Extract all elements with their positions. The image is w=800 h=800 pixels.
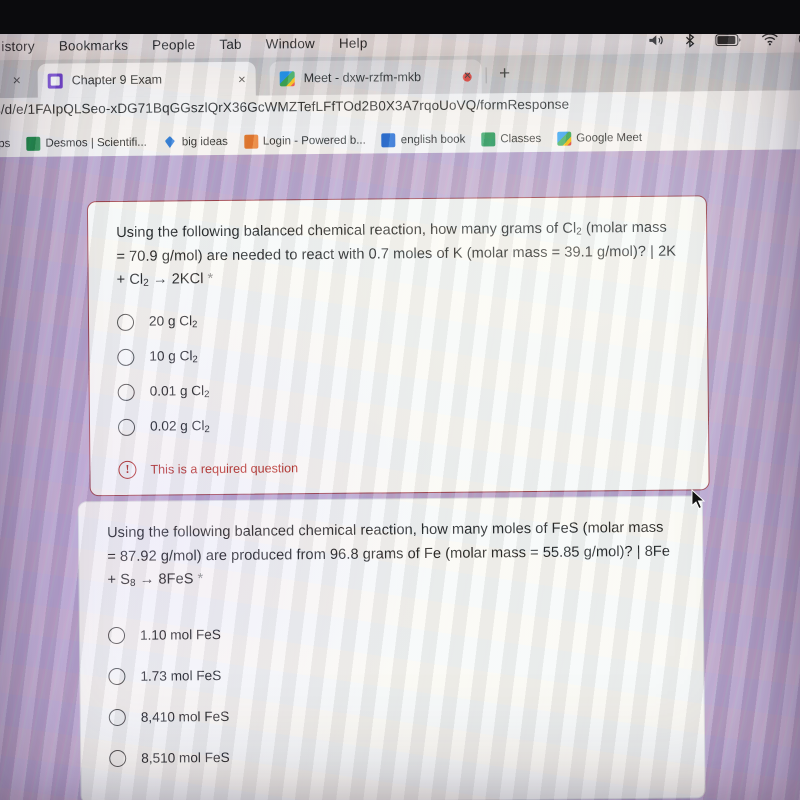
- question-card-1: Using the following balanced chemical re…: [86, 195, 710, 497]
- google-meet-icon: [279, 70, 295, 86]
- option-label: 1.73 mol FeS: [140, 667, 222, 684]
- options-list-2: 1.10 mol FeS 1.73 mol FeS 8,410 mol FeS: [80, 589, 705, 800]
- bookmark-label: Google Meet: [576, 131, 643, 145]
- subscript: 2: [192, 354, 198, 366]
- options-list-1: 20 g Cl2 10 g Cl2 0.01 g Cl2 0.02 g Cl2: [89, 289, 709, 459]
- english-book-icon: [381, 132, 396, 147]
- radio-button[interactable]: [117, 383, 135, 401]
- option-text: 0.02 g Cl: [149, 418, 205, 434]
- bookmark-classes[interactable]: Classes: [481, 131, 541, 146]
- laptop-screen: History Bookmarks People Tab Window Help: [0, 25, 800, 800]
- option-label: 0.02 g Cl2: [150, 418, 210, 436]
- url-text[interactable]: rms/d/e/1FAIpQLSeo-xDG71BqGGszlQrX36GcWM…: [0, 97, 569, 118]
- form-questions-area: Using the following balanced chemical re…: [0, 149, 800, 800]
- radio-button[interactable]: [109, 749, 127, 767]
- classroom-icon: [481, 131, 496, 146]
- option-row[interactable]: 1.10 mol FeS: [107, 610, 675, 656]
- bookmark-label: english book: [400, 133, 466, 146]
- subscript: 2: [192, 319, 198, 331]
- radio-button[interactable]: [117, 418, 136, 436]
- bookmark-label: Classes: [500, 132, 542, 145]
- tab-title: Chapter 9 Exam: [71, 72, 163, 88]
- required-asterisk: *: [207, 271, 214, 288]
- required-asterisk: *: [197, 571, 204, 588]
- bluetooth-icon[interactable]: [684, 32, 695, 48]
- bookmark-label: Desmos | Scientifi...: [45, 136, 147, 150]
- question-text-segment: → 8FeS: [135, 571, 198, 589]
- radio-button[interactable]: [108, 667, 126, 685]
- volume-icon[interactable]: [648, 34, 664, 47]
- option-row[interactable]: 0.01 g Cl2: [117, 369, 680, 409]
- device-bezel-top: [0, 0, 800, 34]
- desmos-icon: [26, 136, 41, 151]
- subscript: 2: [204, 389, 210, 401]
- option-label: 8,510 mol FeS: [141, 749, 230, 766]
- bookmark-label: big ideas: [181, 135, 228, 148]
- option-row[interactable]: 8,510 mol FeS: [109, 733, 676, 779]
- bookmark-big-ideas[interactable]: big ideas: [163, 134, 228, 149]
- tab-title: Meet - dxw-rzfm-mkb: [303, 70, 422, 86]
- new-tab-button[interactable]: +: [491, 63, 519, 85]
- bookmark-english-book[interactable]: english book: [381, 132, 466, 147]
- bookmark-label: laps: [0, 137, 11, 150]
- bookmark-maps[interactable]: laps: [0, 136, 10, 150]
- big-ideas-icon: [163, 135, 177, 149]
- bookmark-login[interactable]: Login - Powered b...: [243, 133, 366, 149]
- menu-item-history[interactable]: History: [0, 39, 35, 54]
- screenshot-root: History Bookmarks People Tab Window Help: [0, 0, 800, 800]
- login-icon: [243, 134, 258, 149]
- close-icon-meet-tab[interactable]: ×: [464, 68, 472, 83]
- subscript: 2: [204, 424, 210, 436]
- tab-close-left-icon[interactable]: ×: [13, 72, 21, 88]
- option-label: 20 g Cl2: [149, 313, 198, 330]
- option-row[interactable]: 0.02 g Cl2: [117, 404, 680, 444]
- option-label: 10 g Cl2: [149, 348, 198, 365]
- menu-item-tab[interactable]: Tab: [219, 37, 242, 52]
- option-label: 8,410 mol FeS: [140, 708, 230, 725]
- exclamation-circle-icon: !: [118, 460, 137, 479]
- menu-item-help[interactable]: Help: [339, 36, 368, 51]
- option-row[interactable]: 1.73 mol FeS: [108, 651, 675, 697]
- menu-item-window[interactable]: Window: [266, 36, 315, 51]
- option-row[interactable]: 10 g Cl2: [117, 334, 679, 374]
- browser-tab-meet[interactable]: Meet - dxw-rzfm-mkb: [269, 59, 482, 96]
- error-message: This is a required question: [150, 461, 299, 477]
- question-text-1: Using the following balanced chemical re…: [88, 196, 707, 295]
- option-row[interactable]: 20 g Cl2: [116, 299, 679, 339]
- option-label: 1.10 mol FeS: [139, 626, 221, 643]
- option-label: 0.01 g Cl2: [150, 383, 210, 401]
- question-text-segment: → 2KCl: [148, 271, 208, 288]
- google-meet-icon: [557, 131, 572, 146]
- bookmark-google-meet[interactable]: Google Meet: [557, 130, 643, 146]
- question-card-2: Using the following balanced chemical re…: [77, 495, 706, 800]
- radio-button[interactable]: [107, 626, 126, 644]
- option-row[interactable]: 8,410 mol FeS: [108, 692, 676, 738]
- google-forms-page: Using the following balanced chemical re…: [0, 149, 800, 800]
- question-text-segment: Using the following balanced chemical re…: [116, 220, 577, 241]
- option-text: 0.01 g Cl: [149, 383, 205, 399]
- radio-button[interactable]: [116, 313, 135, 331]
- close-icon[interactable]: ×: [238, 71, 246, 86]
- menu-items: History Bookmarks People Tab Window Help: [0, 36, 368, 55]
- menu-item-bookmarks[interactable]: Bookmarks: [59, 38, 128, 54]
- menu-item-people[interactable]: People: [152, 37, 195, 52]
- google-forms-icon: [47, 72, 63, 89]
- bookmark-desmos[interactable]: Desmos | Scientifi...: [26, 135, 147, 151]
- battery-icon[interactable]: [715, 33, 741, 46]
- option-text: 10 g Cl: [149, 348, 193, 364]
- radio-button[interactable]: [117, 348, 135, 366]
- tab-separator: [485, 67, 487, 84]
- question-text-2: Using the following balanced chemical re…: [79, 496, 703, 595]
- wifi-icon[interactable]: [761, 33, 778, 46]
- radio-button[interactable]: [108, 708, 126, 726]
- option-text: 20 g Cl: [148, 313, 193, 329]
- browser-tab-chapter-9-exam[interactable]: Chapter 9 Exam ×: [37, 61, 256, 98]
- required-question-error: ! This is a required question: [90, 453, 708, 495]
- bookmark-label: Login - Powered b...: [262, 134, 366, 148]
